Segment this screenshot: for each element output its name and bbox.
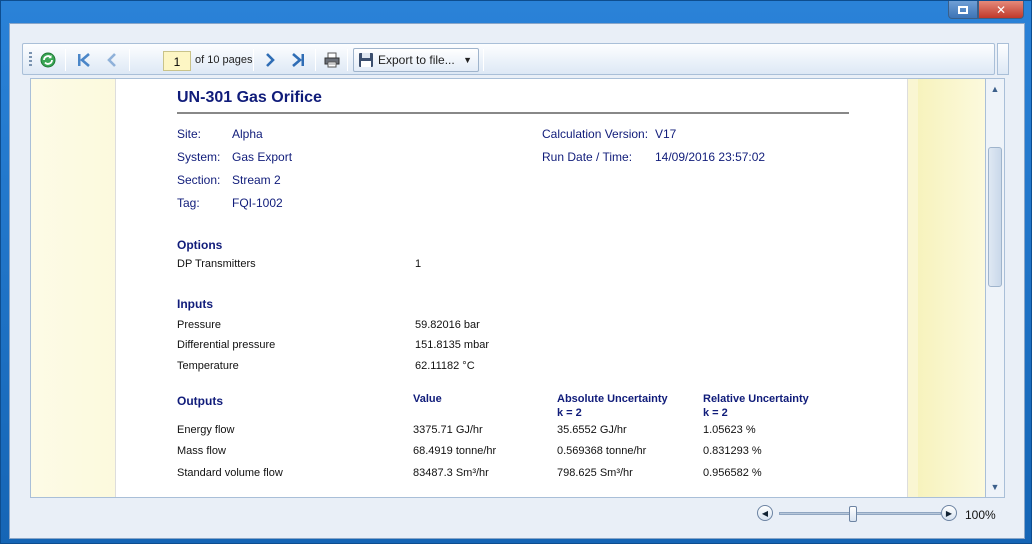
last-page-icon xyxy=(292,53,304,67)
options-heading: Options xyxy=(177,238,223,252)
title-bar: ✕ xyxy=(1,1,1031,21)
chevron-left-icon xyxy=(107,53,116,67)
client-area: 1 of 10 pages Export to file... ▼ UN-301… xyxy=(9,23,1025,539)
calc-version-label: Calculation Version: xyxy=(542,127,649,141)
output-rel-uncertainty: 1.05623 % xyxy=(703,424,756,436)
toolbar-grip[interactable] xyxy=(29,52,32,68)
run-date-label: Run Date / Time: xyxy=(542,150,633,164)
relative-k-label: k = 2 xyxy=(703,407,728,419)
toolbar-separator xyxy=(315,49,316,71)
input-value: 62.11182 °C xyxy=(415,360,475,372)
run-date-value: 14/09/2016 23:57:02 xyxy=(655,150,766,164)
value-column-header: Value xyxy=(413,393,442,405)
toolbar-separator xyxy=(347,49,348,71)
page-count-label: of 10 pages xyxy=(195,54,253,66)
outputs-heading: Outputs xyxy=(177,394,223,408)
option-label: DP Transmitters xyxy=(177,258,256,270)
page-number-input[interactable]: 1 xyxy=(163,51,191,71)
scroll-down-icon[interactable]: ▼ xyxy=(988,479,1002,495)
refresh-icon xyxy=(40,52,56,68)
last-page-button[interactable] xyxy=(287,49,309,71)
title-divider xyxy=(177,112,849,114)
output-label: Energy flow xyxy=(177,424,235,436)
scrollbar-thumb[interactable] xyxy=(988,147,1002,287)
print-button[interactable] xyxy=(321,49,343,71)
export-label: Export to file... xyxy=(378,53,455,67)
export-to-file-button[interactable]: Export to file... ▼ xyxy=(353,48,479,72)
scroll-up-icon[interactable]: ▲ xyxy=(988,81,1002,97)
close-icon: ✕ xyxy=(995,2,1007,17)
close-button[interactable]: ✕ xyxy=(978,1,1024,19)
zoom-slider-thumb[interactable] xyxy=(849,506,857,522)
report-viewer: UN-301 Gas Orifice Site: Alpha System: G… xyxy=(30,78,1005,498)
system-label: System: xyxy=(177,150,221,164)
tag-value: FQI-1002 xyxy=(232,196,283,210)
toolbar-separator xyxy=(65,49,66,71)
section-label: Section: xyxy=(177,173,221,187)
zoom-slider-track[interactable] xyxy=(779,512,941,515)
output-value: 68.4919 tonne/hr xyxy=(413,445,497,457)
output-value: 3375.71 GJ/hr xyxy=(413,424,483,436)
output-abs-uncertainty: 0.569368 tonne/hr xyxy=(557,445,647,457)
printer-icon xyxy=(324,52,340,68)
zoom-level-label: 100% xyxy=(965,508,996,522)
toolbar-separator xyxy=(253,49,254,71)
option-value: 1 xyxy=(415,258,422,270)
relative-uncertainty-header: Relative Uncertainty xyxy=(703,393,809,405)
report-toolbar: 1 of 10 pages Export to file... ▼ xyxy=(22,43,995,75)
inputs-heading: Inputs xyxy=(177,297,213,311)
absolute-uncertainty-header: Absolute Uncertainty xyxy=(557,393,668,405)
system-value: Gas Export xyxy=(232,150,293,164)
restore-icon xyxy=(958,5,968,14)
floppy-disk-icon xyxy=(359,53,373,67)
input-label: Differential pressure xyxy=(177,339,276,351)
toolbar-overflow-button[interactable] xyxy=(997,43,1009,75)
first-page-button[interactable] xyxy=(73,49,95,71)
input-value: 151.8135 mbar xyxy=(415,339,489,351)
first-page-icon xyxy=(78,53,90,67)
restore-button[interactable] xyxy=(948,1,978,19)
absolute-k-label: k = 2 xyxy=(557,407,582,419)
calc-version-value: V17 xyxy=(655,127,677,141)
chevron-right-icon xyxy=(266,53,275,67)
section-value: Stream 2 xyxy=(232,173,281,187)
dropdown-arrow-icon: ▼ xyxy=(463,55,472,65)
report-title: UN-301 Gas Orifice xyxy=(177,89,322,106)
toolbar-separator xyxy=(129,49,130,71)
previous-page-button[interactable] xyxy=(101,49,123,71)
toolbar-separator xyxy=(483,49,484,71)
zoom-in-button[interactable]: ▶ xyxy=(941,505,957,521)
input-label: Temperature xyxy=(177,360,239,372)
site-label: Site: xyxy=(177,127,202,141)
zoom-control: ◀ ▶ 100% xyxy=(755,502,1005,526)
output-value: 83487.3 Sm³/hr xyxy=(413,467,489,479)
output-abs-uncertainty: 35.6552 GJ/hr xyxy=(557,424,627,436)
output-label: Standard volume flow xyxy=(177,467,283,479)
site-value: Alpha xyxy=(232,127,263,141)
tag-label: Tag: xyxy=(177,196,200,210)
output-label: Mass flow xyxy=(177,445,226,457)
input-value: 59.82016 bar xyxy=(415,319,480,331)
window-frame: ✕ 1 of 10 pages Export to file... ▼ UN-3… xyxy=(0,0,1032,544)
input-label: Pressure xyxy=(177,319,222,331)
vertical-scrollbar[interactable]: ▲ ▼ xyxy=(985,78,1005,498)
output-rel-uncertainty: 0.956582 % xyxy=(703,467,762,479)
next-page-button[interactable] xyxy=(259,49,281,71)
output-abs-uncertainty: 798.625 Sm³/hr xyxy=(557,467,633,479)
zoom-out-button[interactable]: ◀ xyxy=(757,505,773,521)
triangle-right-icon: ▶ xyxy=(945,508,953,518)
triangle-left-icon: ◀ xyxy=(761,508,769,518)
refresh-button[interactable] xyxy=(37,49,59,71)
report-page: UN-301 Gas Orifice Site: Alpha System: G… xyxy=(115,79,908,497)
output-rel-uncertainty: 0.831293 % xyxy=(703,445,762,457)
